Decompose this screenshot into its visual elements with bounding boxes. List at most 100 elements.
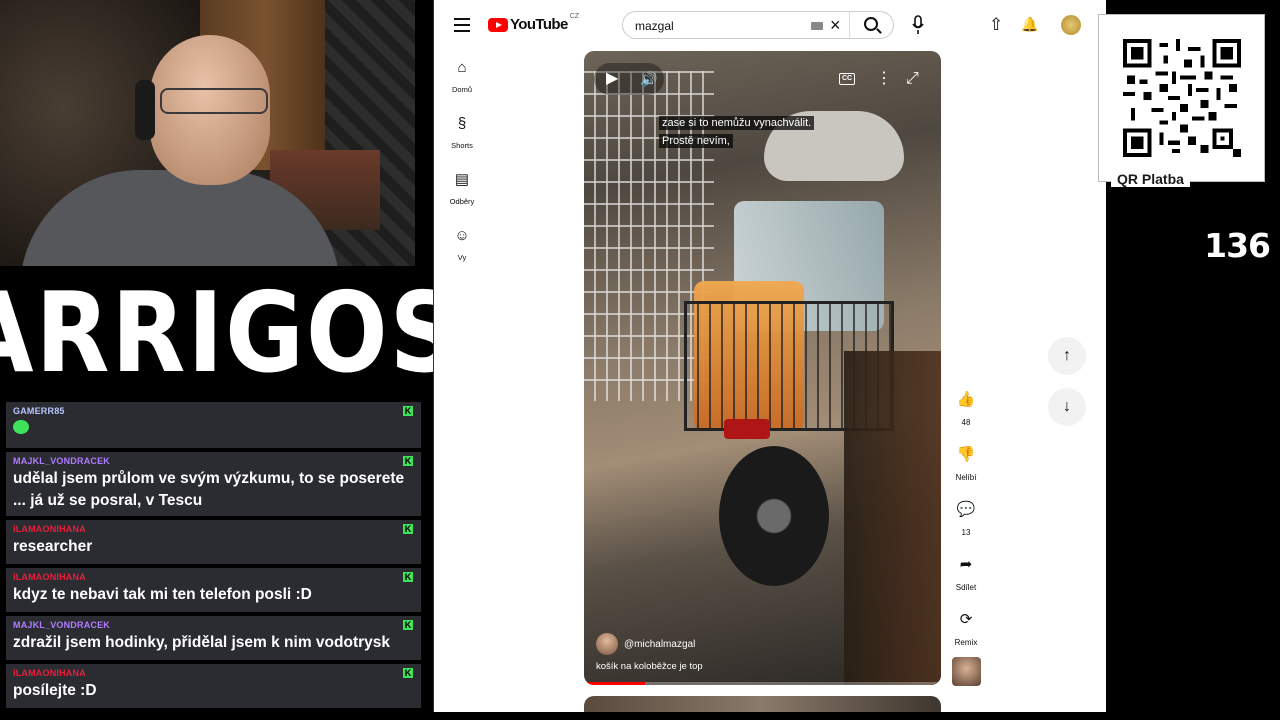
qr-payment-panel: QR Platba <box>1098 14 1265 187</box>
upload-icon[interactable]: ⇧ <box>989 15 1003 35</box>
subtitle-line: zase si to nemůžu vynachválit. <box>659 116 815 130</box>
account-avatar[interactable] <box>1061 15 1081 35</box>
search-box[interactable]: mazgal × <box>622 11 894 39</box>
video-subtitles: zase si to nemůžu vynachválit. Prostě ne… <box>659 113 879 149</box>
shorts-actions: 👍 48 👎 Nelíbí 💬 13 ➦ Sdílet ⟳ Remix <box>946 385 986 660</box>
chat-message: MAJKL_VONDRACEK udělal jsem průlom ve sv… <box>6 452 421 516</box>
dislike-icon: 👎 <box>956 446 976 463</box>
previous-short-button[interactable]: ↑ <box>1048 337 1086 375</box>
dislike-label: Nelíbí <box>955 473 977 482</box>
next-short-preview[interactable] <box>584 696 941 712</box>
fullscreen-icon[interactable]: ⤢ <box>906 71 919 87</box>
dislike-button[interactable]: 👎 Nelíbí <box>946 440 986 495</box>
video-scene-taillight <box>724 419 770 439</box>
chat-message: ILAMAONIHANA kdyz te nebavi tak mi ten t… <box>6 568 421 612</box>
chat-text: researcher <box>13 538 93 555</box>
video-caption: košík na koloběžce je top <box>596 661 703 672</box>
channel-info[interactable]: @michalmazgal <box>596 633 695 655</box>
chat-username: ILAMAONIHANA <box>13 572 86 582</box>
kick-icon: K <box>403 572 413 582</box>
more-options-icon[interactable]: ⋮ <box>876 71 892 87</box>
comments-button[interactable]: 💬 13 <box>946 495 986 550</box>
chat-username: ILAMAONIHANA <box>13 524 86 534</box>
next-short-button[interactable]: ↓ <box>1048 388 1086 426</box>
volume-icon[interactable]: 🔊 <box>640 71 657 87</box>
youtube-brand-text: YouTube <box>510 16 568 33</box>
chat-username: MAJKL_VONDRACEK <box>13 456 111 466</box>
chat-message: MAJKL_VONDRACEK zdražil jsem hodinky, př… <box>6 616 421 660</box>
home-icon: ⌂ <box>457 59 467 76</box>
shorts-video-player[interactable]: ▶ 🔊 CC ⋮ ⤢ zase si to nemůžu vynachválit… <box>584 51 941 685</box>
remix-button[interactable]: ⟳ Remix <box>946 605 986 660</box>
chat-panel: GAMERR85 K MAJKL_VONDRACEK udělal jsem p… <box>6 402 421 718</box>
chat-message: ILAMAONIHANA posílejte :D K <box>6 664 421 708</box>
chat-text: udělal jsem průlom ve svým výzkumu, to s… <box>13 470 405 509</box>
kick-icon: K <box>403 620 413 630</box>
sidebar-item-label: Domů <box>451 85 472 94</box>
microphone-icon[interactable] <box>912 15 924 35</box>
video-progress-bar[interactable] <box>584 682 941 685</box>
youtube-play-icon <box>488 17 508 32</box>
streamer-glasses <box>160 88 268 114</box>
keyboard-icon[interactable] <box>811 22 823 30</box>
viewer-count: 136 <box>1204 226 1271 265</box>
chat-text: zdražil jsem hodinky, přidělal jsem k ni… <box>13 634 390 651</box>
video-progress-fill <box>584 682 645 685</box>
video-scene-wheel <box>719 446 829 586</box>
kick-icon: K <box>403 524 413 534</box>
kick-icon: K <box>403 456 413 466</box>
logo-text: ARRIGOS <box>0 268 461 398</box>
like-count: 48 <box>961 418 971 427</box>
streamer-headset <box>135 80 155 140</box>
share-button[interactable]: ➦ Sdílet <box>946 550 986 605</box>
subtitle-line: Prostě nevím, <box>659 134 733 148</box>
share-label: Sdílet <box>955 583 977 592</box>
menu-icon[interactable] <box>454 18 470 32</box>
comment-icon: 💬 <box>956 501 976 518</box>
channel-avatar[interactable] <box>596 633 618 655</box>
youtube-window: YouTube CZ mazgal × ⇧ 🔔 ⌂ Domů § Shorts … <box>433 0 1106 712</box>
sidebar-item-label: Shorts <box>451 141 473 150</box>
sidebar-item-label: Vy <box>457 253 467 262</box>
remix-icon: ⟳ <box>959 611 973 628</box>
play-icon[interactable]: ▶ <box>606 71 618 87</box>
subscriptions-icon: ▤ <box>454 171 470 188</box>
captions-button[interactable]: CC <box>839 73 855 85</box>
audio-source-thumbnail[interactable] <box>952 657 981 686</box>
chat-text: posílejte :D <box>13 682 97 699</box>
youtube-header: YouTube CZ mazgal × ⇧ 🔔 <box>434 0 1106 50</box>
country-code: CZ <box>569 13 580 20</box>
kick-icon: K <box>403 668 413 678</box>
search-input[interactable]: mazgal <box>635 19 674 33</box>
chat-text: kdyz te nebavi tak mi ten telefon posli … <box>13 586 312 603</box>
youtube-sidebar: ⌂ Domů § Shorts ▤ Odběry ☺ Vy <box>434 56 490 280</box>
clear-search-icon[interactable]: × <box>830 15 841 35</box>
like-button[interactable]: 👍 48 <box>946 385 986 440</box>
video-scene-shadow <box>844 351 941 685</box>
you-icon: ☺ <box>454 227 470 244</box>
qr-code <box>1123 39 1241 157</box>
chat-username: GAMERR85 <box>13 406 65 416</box>
kick-icon: K <box>403 406 413 416</box>
share-icon: ➦ <box>959 556 973 573</box>
qr-label: QR Platba <box>1111 171 1190 187</box>
channel-name[interactable]: @michalmazgal <box>624 639 695 650</box>
chat-username: ILAMAONIHANA <box>13 668 86 678</box>
shorts-icon: § <box>457 115 467 132</box>
chat-username: MAJKL_VONDRACEK <box>13 620 111 630</box>
sidebar-item-you[interactable]: ☺ Vy <box>434 228 490 280</box>
viewer-counter-panel: 136 <box>1106 200 1280 720</box>
search-icon[interactable] <box>864 17 878 31</box>
sidebar-item-home[interactable]: ⌂ Domů <box>434 60 490 112</box>
sidebar-item-shorts[interactable]: § Shorts <box>434 116 490 168</box>
like-icon: 👍 <box>956 391 976 408</box>
comment-count: 13 <box>961 528 971 537</box>
notifications-icon[interactable]: 🔔 <box>1021 14 1038 34</box>
search-divider <box>849 12 850 38</box>
youtube-logo[interactable]: YouTube CZ <box>488 13 580 33</box>
chat-message: GAMERR85 K <box>6 402 421 448</box>
sidebar-item-subscriptions[interactable]: ▤ Odběry <box>434 172 490 224</box>
chat-message: ILAMAONIHANA researcher K <box>6 520 421 564</box>
channel-logo: ARRIGOS <box>0 266 459 400</box>
remix-label: Remix <box>954 638 978 647</box>
